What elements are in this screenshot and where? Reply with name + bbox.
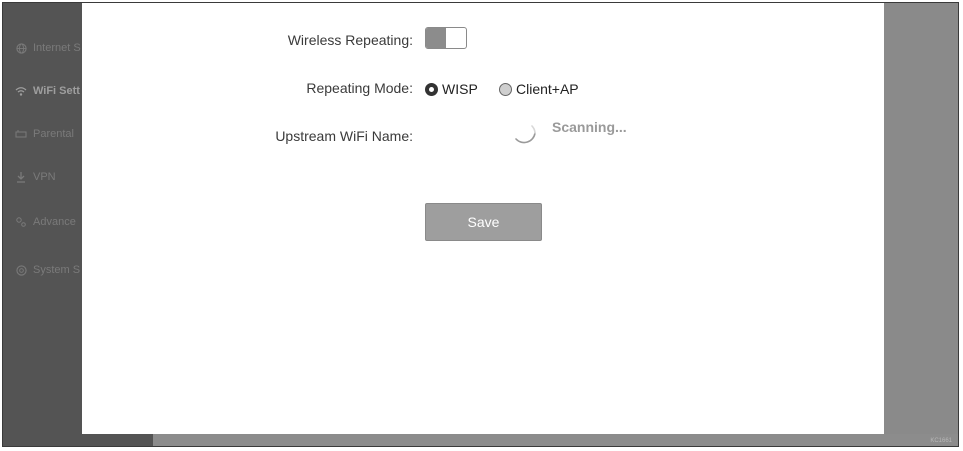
wireless-repeating-label: Wireless Repeating: [287,32,413,48]
sidebar-item-label: WiFi Sett [33,85,80,97]
toggle-knob [426,28,446,48]
radio-client-ap[interactable]: Client+AP [499,81,579,97]
save-button[interactable]: Save [425,203,542,241]
repeating-settings-dialog: Wireless Repeating: Repeating Mode: WISP… [82,3,884,434]
sidebar-item-label: Internet S [33,42,81,54]
radio-wisp-label: WISP [442,81,478,97]
sidebar-item-advanced[interactable]: Advance [15,214,76,230]
sidebar-item-parental[interactable]: Parental [15,126,74,142]
background-strip [153,434,958,446]
sidebar-item-label: Parental [33,128,74,140]
globe-icon [15,42,27,54]
app-frame: Internet S WiFi Sett Parental VPN Advanc… [2,2,959,447]
repeating-mode-label: Repeating Mode: [306,80,413,96]
wireless-repeating-toggle[interactable] [425,27,467,49]
sidebar-item-wifi-settings[interactable]: WiFi Sett [15,83,80,99]
sidebar-item-label: System S [33,264,81,276]
advanced-icon [15,216,27,228]
system-icon [15,264,27,276]
parental-icon [15,128,27,140]
background-pane [884,3,958,446]
loading-spinner-icon [510,119,540,149]
scanning-status: Scanning... [552,119,627,135]
watermark: KC1661 [930,438,952,444]
wifi-icon [15,85,27,97]
sidebar-item-label: Advance [33,216,76,228]
radio-client-ap-label: Client+AP [516,81,579,97]
vpn-icon [15,171,27,183]
sidebar-item-system-settings[interactable]: System S [15,262,80,278]
radio-unchecked-icon [499,82,512,96]
radio-wisp[interactable]: WISP [425,81,478,97]
sidebar-item-label: VPN [33,171,56,183]
radio-checked-icon [425,82,438,96]
sidebar-item-vpn[interactable]: VPN [15,169,56,185]
upstream-wifi-name-label: Upstream WiFi Name: [275,128,413,144]
sidebar-item-internet-settings[interactable]: Internet S [15,40,81,56]
